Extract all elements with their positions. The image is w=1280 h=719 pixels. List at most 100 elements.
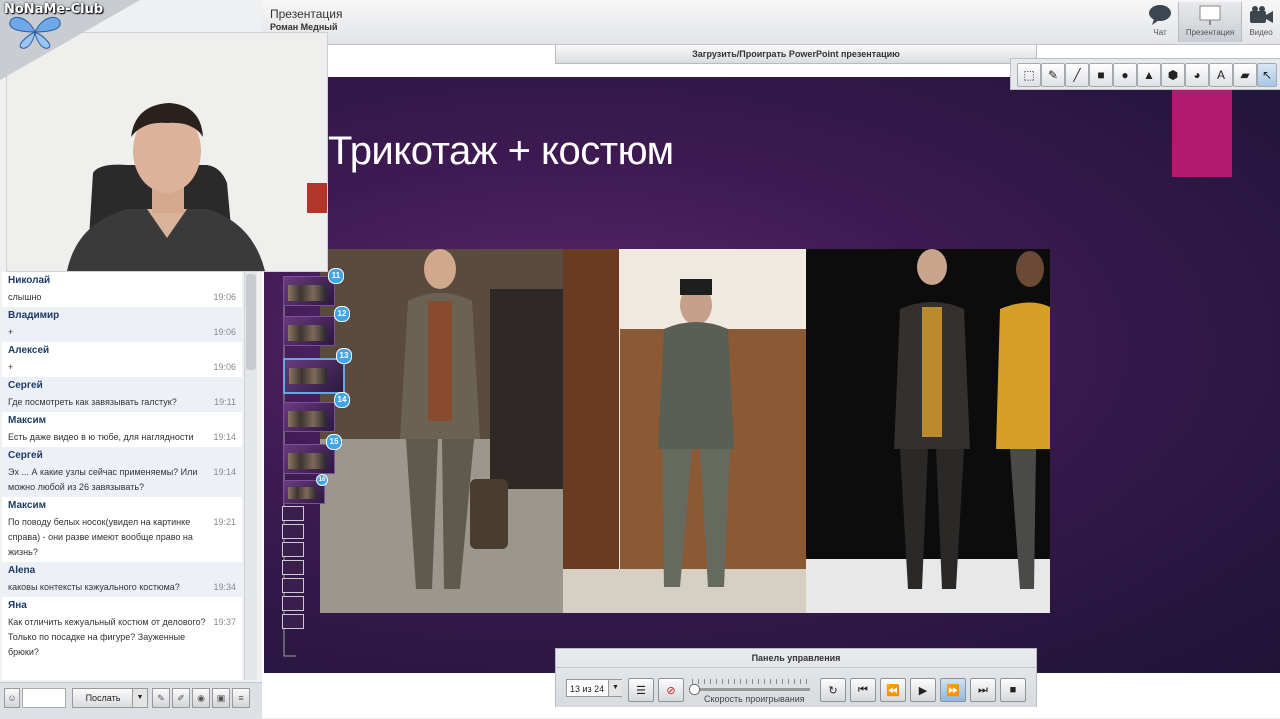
chat-time: 19:21 [213, 517, 236, 527]
play-icon[interactable]: ▶ [910, 678, 936, 702]
tab-label: Презентация [1185, 28, 1235, 37]
chat-author: Alena [8, 565, 36, 576]
chat-time: 19:06 [213, 292, 236, 302]
chat-author: Сергей [8, 450, 43, 461]
tab-video[interactable]: Видео [1244, 2, 1278, 42]
chat-author: Сергей [8, 380, 43, 391]
chat-text: Как отличить кежуальный костюм от делово… [8, 617, 206, 657]
triangle-icon[interactable]: ▲ [1137, 63, 1161, 87]
thumbnail-badge: 16 [316, 474, 328, 486]
send-button[interactable]: Послать [72, 688, 134, 708]
text-icon[interactable]: A [1209, 63, 1233, 87]
stop-icon[interactable]: ■ [1000, 678, 1026, 702]
chat-author: Алексей [8, 345, 50, 356]
line-icon[interactable]: ╱ [1065, 63, 1089, 87]
chat-author: Максим [8, 500, 46, 511]
no-pointer-icon[interactable]: ⊘ [658, 678, 684, 702]
logo-text: NoNaMe-Club [4, 2, 104, 17]
square-icon[interactable]: ■ [1089, 63, 1113, 87]
page-title: Презентация [270, 7, 343, 21]
chat-author: Владимир [8, 310, 60, 321]
chat-message: Сергей Где посмотреть как завязывать гал… [2, 377, 242, 412]
pen-icon[interactable]: ✐ [172, 688, 190, 708]
thumbnail-mini[interactable] [282, 578, 304, 593]
eraser-icon[interactable]: ▰ [1233, 63, 1257, 87]
lock-icon[interactable]: ▣ [212, 688, 230, 708]
chat-text: слышно [8, 292, 42, 302]
circle-icon[interactable]: ● [1113, 63, 1137, 87]
thumbnail-slide-14[interactable] [283, 402, 335, 432]
tab-label: Видео [1249, 28, 1273, 37]
speed-label: Скорость проигрывания [704, 694, 805, 704]
chat-time: 19:14 [213, 432, 236, 442]
thumbnail-slide-15[interactable] [283, 444, 335, 474]
chat-time: 19:06 [213, 362, 236, 372]
pencil-icon[interactable]: ✎ [1041, 63, 1065, 87]
chat-text: Где посмотреть как завязывать галстук? [8, 397, 177, 407]
chat-scroll-thumb[interactable] [246, 274, 256, 370]
first-slide-icon[interactable]: ⏮ [850, 678, 876, 702]
upload-powerpoint-button[interactable]: Загрузить/Проиграть PowerPoint презентац… [555, 45, 1037, 64]
thumbnail-slide-12[interactable] [283, 316, 335, 346]
chat-author: Яна [8, 600, 27, 611]
chat-text: Есть даже видео в ю тюбе, для наглядност… [8, 432, 194, 442]
chat-time: 19:37 [213, 617, 236, 627]
drawing-toolbar: ⬚ ✎ ╱ ■ ● ▲ ⬢ ◕ A ▰ ↖ [1010, 58, 1280, 90]
thumbnail-slide-13[interactable] [283, 358, 345, 394]
chat-message: Сергей Эх ... А какие узлы сейчас примен… [2, 447, 242, 497]
speed-slider-knob[interactable] [689, 684, 700, 695]
chat-author: Николай [8, 275, 51, 286]
eye-icon[interactable]: ◉ [192, 688, 210, 708]
left-panel: NoNaMe-Club Николай слышно 19:06 Владимир… [0, 0, 328, 719]
slide-accent-bar [1172, 77, 1232, 177]
thumbnail-badge: 14 [334, 392, 350, 408]
chat-bubble-icon [1149, 5, 1171, 25]
thumbnail-slide-11[interactable] [283, 276, 335, 306]
slide-canvas: Трикотаж + костюм [264, 77, 1280, 673]
rewind-icon[interactable]: ⏪ [880, 678, 906, 702]
last-slide-icon[interactable]: ⏭ [970, 678, 996, 702]
thumbnail-mini[interactable] [282, 596, 304, 611]
thumbnail-badge: 13 [336, 348, 352, 364]
clear-icon[interactable]: ✎ [152, 688, 170, 708]
chat-message: Alena каковы контексты кэжуального костю… [2, 562, 242, 597]
thumbnail-mini[interactable] [282, 524, 304, 539]
chat-message: Максим Есть даже видео в ю тюбе, для наг… [2, 412, 242, 447]
thumbnail-mini[interactable] [282, 614, 304, 629]
thumbnail-mini[interactable] [282, 506, 304, 521]
control-panel-title: Панель управления [556, 649, 1036, 668]
tab-presentation[interactable]: Презентация [1178, 2, 1242, 42]
top-header: Презентация Роман Медный Чат Презентация… [262, 0, 1280, 45]
reload-icon[interactable]: ↻ [820, 678, 846, 702]
butterfly-icon [9, 16, 61, 49]
list-icon[interactable]: ≡ [232, 688, 250, 708]
chat-time: 19:11 [214, 397, 236, 407]
hexagon-icon[interactable]: ⬢ [1161, 63, 1185, 87]
fast-forward-icon[interactable]: ⏩ [940, 678, 966, 702]
video-camera-icon [1250, 6, 1273, 23]
thumbnail-badge: 11 [328, 268, 344, 284]
pointer-icon[interactable]: ↖ [1257, 63, 1277, 87]
send-options-dropdown[interactable]: ▼ [132, 688, 148, 708]
speed-slider-track[interactable] [692, 688, 810, 691]
chat-input[interactable] [22, 688, 66, 708]
chat-input-bar: ☺ Послать ▼ ✎ ✐ ◉ ▣ ≡ [0, 682, 262, 719]
smiley-icon[interactable]: ☺ [4, 688, 20, 708]
chat-author: Максим [8, 415, 46, 426]
control-panel: Панель управления 13 из 24 ▼ ☰ ⊘ Скорост… [555, 648, 1037, 707]
chat-message: Николай слышно 19:06 [2, 272, 242, 307]
chat-text: + [8, 362, 14, 372]
chat-text: По поводу белых носок(увидел на картинке… [8, 517, 193, 557]
thumbnail-mini[interactable] [282, 542, 304, 557]
chat-message: Алексей +19:06 [2, 342, 242, 377]
chat-text: + [8, 327, 14, 337]
slide-list-icon[interactable]: ☰ [628, 678, 654, 702]
color-picker-icon[interactable]: ◕ [1185, 63, 1209, 87]
select-rect-icon[interactable]: ⬚ [1017, 63, 1041, 87]
chat-scrollbar[interactable] [244, 272, 257, 680]
thumbnail-badge: 15 [326, 434, 342, 450]
chat-message: Владимир +19:06 [2, 307, 242, 342]
chevron-down-icon[interactable]: ▼ [608, 680, 622, 696]
speed-slider-ticks [692, 679, 810, 684]
thumbnail-mini[interactable] [282, 560, 304, 575]
